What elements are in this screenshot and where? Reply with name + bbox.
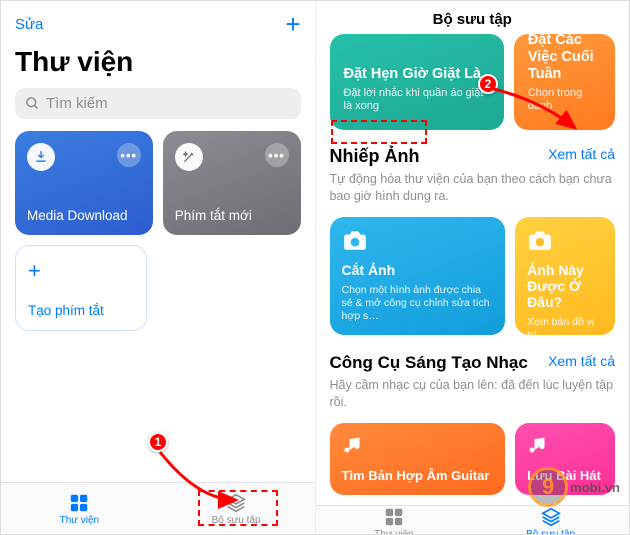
- card-label: Media Download: [27, 208, 141, 223]
- card-label: Phím tắt mới: [175, 208, 289, 223]
- download-icon: [27, 143, 55, 171]
- music-card-save[interactable]: Lưu Bài Hát: [515, 423, 615, 495]
- card-title: Ảnh Này Được Ở Đâu?: [527, 262, 603, 310]
- see-all-music[interactable]: Xem tất cả: [548, 353, 615, 369]
- tab-gallery[interactable]: Bộ sưu tập: [158, 483, 315, 534]
- shortcut-card-new[interactable]: ••• Phím tắt mới: [163, 131, 301, 235]
- card-subtitle: Xem bản đồ vị trí: [527, 316, 603, 342]
- create-shortcut-button[interactable]: + Tạo phím tắt: [15, 245, 147, 331]
- photo-card-where[interactable]: Ảnh Này Được Ở Đâu? Xem bản đồ vị trí: [515, 217, 615, 335]
- see-all-photo[interactable]: Xem tất cả: [548, 146, 615, 162]
- card-more-icon[interactable]: •••: [117, 143, 141, 167]
- search-placeholder: Tìm kiếm: [46, 95, 108, 112]
- add-button[interactable]: +: [285, 9, 300, 40]
- hero-title: Đặt Hẹn Giờ Giặt Là: [344, 66, 490, 83]
- nav-bar: Sửa +: [1, 1, 315, 44]
- hero-card-weekend[interactable]: Đặt Các Việc Cuối Tuần Chọn trong danh: [514, 34, 615, 130]
- page-title: Thư viện: [1, 44, 315, 88]
- section-title-photo: Nhiếp Ảnh: [330, 146, 420, 167]
- search-input[interactable]: Tìm kiếm: [15, 88, 301, 119]
- tab-bar: Thư viện Bộ sưu tập: [1, 482, 315, 534]
- tab-library[interactable]: Thư viện: [316, 506, 473, 535]
- hero-title: Đặt Các Việc Cuối Tuần: [528, 32, 601, 82]
- card-more-icon[interactable]: •••: [265, 143, 289, 167]
- card-title: Cắt Ảnh: [342, 262, 494, 278]
- create-shortcut-label: Tạo phím tắt: [28, 303, 134, 318]
- camera-icon: [527, 229, 603, 256]
- plus-icon: +: [28, 258, 134, 284]
- gallery-header-title: Bộ sưu tập: [316, 1, 630, 34]
- card-title: Lưu Bài Hát: [527, 468, 603, 483]
- card-title: Tìm Bản Hợp Âm Guitar: [342, 468, 494, 483]
- library-grid-icon: [383, 506, 405, 528]
- hero-subtitle: Chọn trong danh: [528, 87, 601, 115]
- gallery-screen: Bộ sưu tập Đặt Hẹn Giờ Giặt Là Đặt lời n…: [316, 1, 630, 534]
- library-screen: Sửa + Thư viện Tìm kiếm ••• Media Downlo…: [1, 1, 316, 534]
- tab-bar: Thư viện Bộ sưu tập: [316, 505, 630, 535]
- tab-gallery[interactable]: Bộ sưu tập: [472, 506, 629, 535]
- camera-icon: [342, 229, 494, 256]
- shortcut-card-media-download[interactable]: ••• Media Download: [15, 131, 153, 235]
- music-note-icon: [342, 435, 494, 460]
- wand-icon: [175, 143, 203, 171]
- edit-button[interactable]: Sửa: [15, 16, 43, 33]
- hero-subtitle: Đặt lời nhắc khi quần áo giặt là xong: [344, 87, 490, 115]
- section-title-music: Công Cụ Sáng Tạo Nhạc: [330, 353, 528, 373]
- section-desc-music: Hãy cầm nhạc cụ của bạn lên: đã đến lúc …: [330, 377, 616, 411]
- tab-library[interactable]: Thư viện: [1, 483, 158, 534]
- library-grid-icon: [68, 492, 90, 514]
- section-desc-photo: Tự động hóa thư viện của bạn theo cách b…: [330, 171, 616, 205]
- music-note-icon: [527, 435, 603, 460]
- music-card-chord[interactable]: Tìm Bản Hợp Âm Guitar: [330, 423, 506, 495]
- gallery-stack-icon: [540, 506, 562, 528]
- gallery-stack-icon: [225, 492, 247, 514]
- search-icon: [25, 96, 40, 111]
- card-subtitle: Chọn một hình ảnh được chia sẻ & mở công…: [342, 284, 494, 323]
- photo-card-crop[interactable]: Cắt Ảnh Chọn một hình ảnh được chia sẻ &…: [330, 217, 506, 335]
- hero-card-laundry[interactable]: Đặt Hẹn Giờ Giặt Là Đặt lời nhắc khi quầ…: [330, 34, 504, 130]
